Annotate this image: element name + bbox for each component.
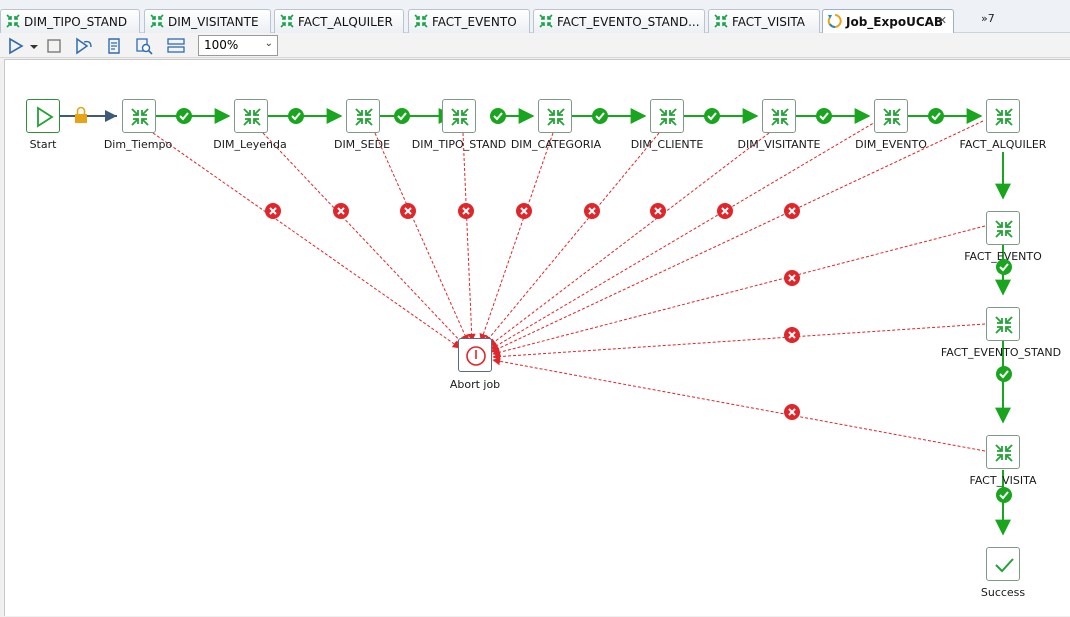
- stop-icon[interactable]: [44, 36, 64, 56]
- zoom-select[interactable]: 100% ⌄: [198, 35, 278, 56]
- fact-evento-stand-label: FACT_EVENTO_STAND: [940, 346, 1062, 359]
- abort-job-label: Abort job: [449, 378, 501, 391]
- success-label: Success: [980, 586, 1026, 599]
- fact-alquiler-label: FACT_ALQUILER: [959, 138, 1047, 151]
- tab-job-expoucab[interactable]: Job_ExpoUCAB ✕: [822, 9, 954, 34]
- success-node[interactable]: [986, 547, 1020, 581]
- dim-leyenda-node[interactable]: [234, 99, 268, 133]
- component-icon: [413, 14, 429, 28]
- dim-sede-label: DIM_SEDE: [333, 138, 391, 151]
- tab-dim-visitante[interactable]: DIM_VISITANTE: [144, 9, 271, 33]
- dim-cliente-node[interactable]: [650, 99, 684, 133]
- dim-categoria-node[interactable]: [538, 99, 572, 133]
- start-node[interactable]: [26, 99, 60, 133]
- dim-categoria-label: DIM_CATEGORIA: [510, 138, 602, 151]
- component-icon: [659, 108, 677, 126]
- fact-evento-stand-node[interactable]: [986, 307, 1020, 341]
- component-icon: [131, 108, 149, 126]
- tab-fact-visita[interactable]: FACT_VISITA: [708, 9, 820, 33]
- dim-visitante-node[interactable]: [762, 99, 796, 133]
- component-icon: [883, 108, 901, 126]
- tab-fact-evento-stand[interactable]: FACT_EVENTO_STAND...: [533, 9, 705, 33]
- dim-sede-node[interactable]: [346, 99, 380, 133]
- tab-label: DIM_VISITANTE: [168, 15, 259, 29]
- component-icon: [995, 444, 1013, 462]
- tab-dim-tipo-stand[interactable]: DIM_TIPO_STAND: [0, 9, 140, 33]
- component-icon: [243, 108, 261, 126]
- fact-visita-node[interactable]: [986, 435, 1020, 469]
- abort-icon: [466, 346, 486, 366]
- component-icon: [355, 108, 373, 126]
- component-icon: [5, 14, 21, 28]
- tab-label: DIM_TIPO_STAND: [24, 15, 128, 29]
- component-icon: [995, 316, 1013, 334]
- chevron-down-icon[interactable]: [28, 36, 40, 56]
- checkmark-icon: [995, 558, 1014, 573]
- script-icon[interactable]: [104, 36, 124, 56]
- step-into-icon[interactable]: [74, 36, 94, 56]
- dim-tiempo-node[interactable]: [122, 99, 156, 133]
- layout-icon[interactable]: [166, 36, 186, 56]
- tab-label: Job_ExpoUCAB: [846, 15, 944, 29]
- close-icon[interactable]: ✕: [938, 14, 947, 27]
- start-label: Start: [29, 138, 57, 151]
- abort-job-node[interactable]: [458, 338, 492, 372]
- tab-label: FACT_ALQUILER: [298, 15, 393, 29]
- component-icon: [547, 108, 565, 126]
- component-icon: [451, 108, 469, 126]
- success-hops: [156, 108, 1011, 536]
- component-icon: [538, 14, 554, 28]
- play-icon[interactable]: [6, 36, 26, 56]
- tab-fact-evento[interactable]: FACT_EVENTO: [408, 9, 530, 33]
- component-icon: [279, 14, 295, 28]
- job-canvas[interactable]: Start Dim_Tiempo DIM_Leyenda DIM_SEDE DI…: [4, 59, 1070, 616]
- tab-fact-alquiler[interactable]: FACT_ALQUILER: [274, 9, 404, 33]
- tab-label: FACT_VISITA: [732, 15, 806, 29]
- dim-tiempo-label: Dim_Tiempo: [103, 138, 173, 151]
- dim-leyenda-label: DIM_Leyenda: [213, 138, 287, 151]
- job-icon: [827, 14, 843, 28]
- start-hop[interactable]: [60, 106, 117, 124]
- dim-tipo-stand-node[interactable]: [442, 99, 476, 133]
- tab-overflow-button[interactable]: »7: [981, 12, 995, 25]
- chevron-down-icon: ⌄: [264, 38, 273, 49]
- component-icon: [771, 108, 789, 126]
- dim-tipo-stand-label: DIM_TIPO_STAND: [411, 138, 507, 151]
- tab-label: FACT_EVENTO: [432, 15, 517, 29]
- dim-visitante-label: DIM_VISITANTE: [737, 138, 821, 151]
- search-db-icon[interactable]: [134, 36, 154, 56]
- tab-label: FACT_EVENTO_STAND...: [557, 15, 700, 29]
- component-icon: [149, 14, 165, 28]
- fact-evento-label: FACT_EVENTO: [964, 250, 1042, 263]
- dim-evento-node[interactable]: [874, 99, 908, 133]
- component-icon: [713, 14, 729, 28]
- dim-evento-label: DIM_EVENTO: [855, 138, 927, 151]
- editor-tab-bar: DIM_TIPO_STAND DIM_VISITANTE FACT_ALQUIL…: [0, 0, 1070, 34]
- zoom-value: 100%: [204, 38, 239, 52]
- component-icon: [995, 108, 1013, 126]
- lock-icon: [75, 106, 87, 123]
- dim-cliente-label: DIM_CLIENTE: [630, 138, 704, 151]
- fact-alquiler-node[interactable]: [986, 99, 1020, 133]
- error-hops: [152, 120, 986, 452]
- diagram-toolbar: 100% ⌄: [0, 33, 1070, 58]
- component-icon: [995, 220, 1013, 238]
- fact-visita-label: FACT_VISITA: [969, 474, 1037, 487]
- fact-evento-node[interactable]: [986, 211, 1020, 245]
